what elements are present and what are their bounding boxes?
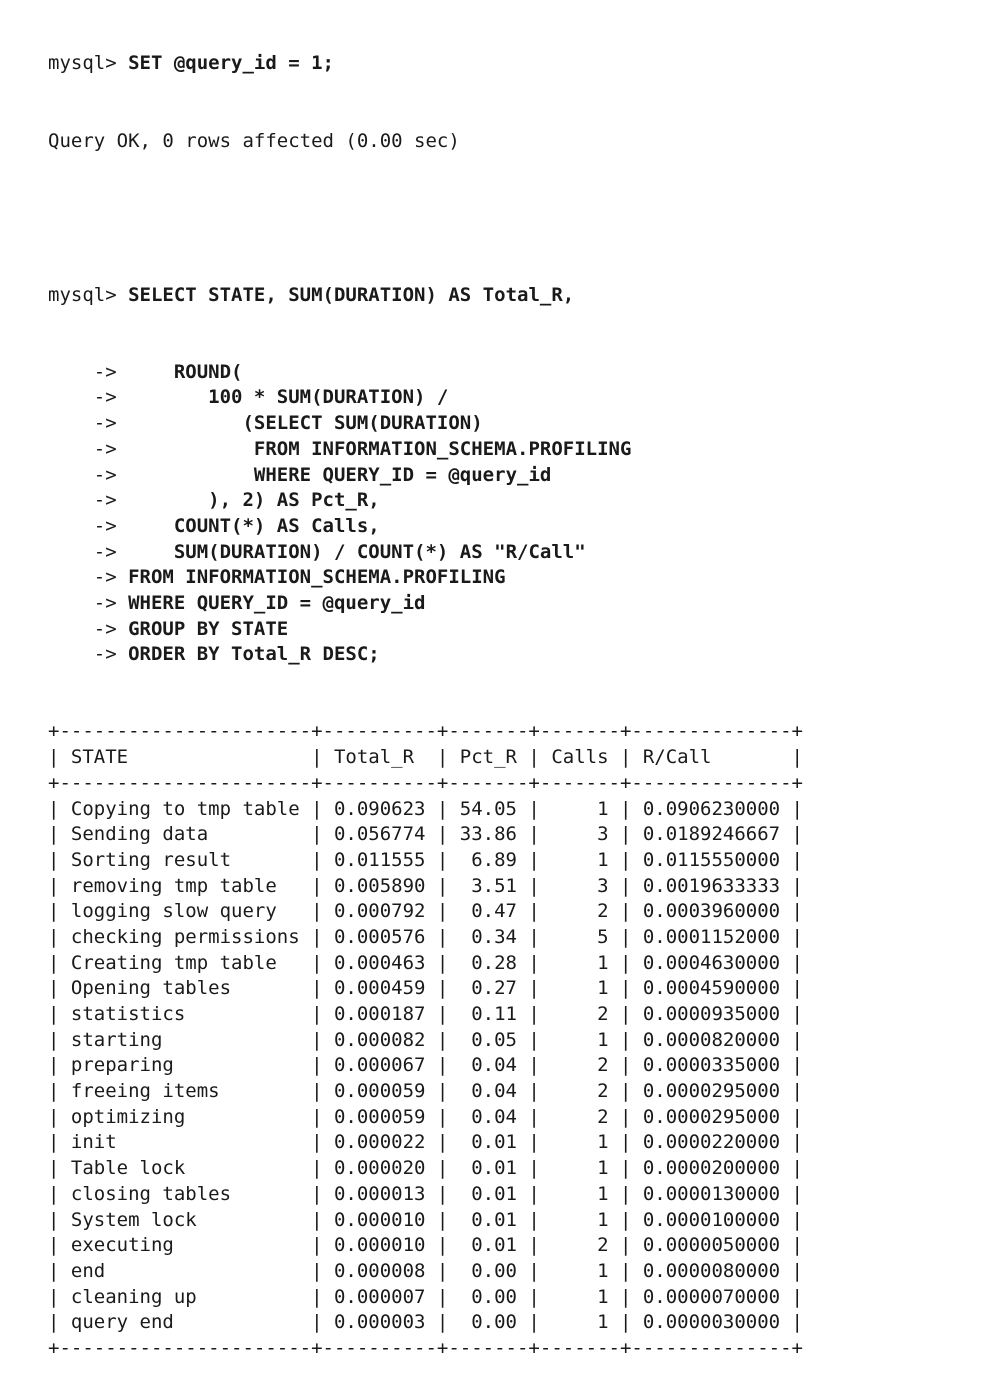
query-text: FROM INFORMATION_SCHEMA.PROFILING: [128, 566, 506, 589]
table-row: | Sorting result | 0.011555 | 6.89 | 1 |…: [48, 848, 803, 871]
continuation-prompt: ->: [48, 591, 129, 614]
table-row: | statistics | 0.000187 | 0.11 | 2 | 0.0…: [48, 1003, 803, 1025]
query-continuation-line: -> FROM INFORMATION_SCHEMA.PROFILING: [48, 565, 803, 591]
set-command-line: mysql> SET @query_id = 1;: [48, 51, 803, 77]
set-command: SET @query_id = 1;: [128, 52, 334, 75]
query-continuation-line: -> WHERE QUERY_ID = @query_id: [48, 591, 803, 617]
table-border: +----------------------+----------+-----…: [48, 720, 803, 743]
query-continuation-line: -> GROUP BY STATE: [48, 617, 803, 643]
mysql-prompt: mysql>: [48, 52, 129, 75]
query-continuation-line: -> ROUND(: [48, 360, 803, 386]
table-row: | Copying to tmp table | 0.090623 | 54.0…: [48, 797, 803, 820]
table-row: | Table lock | 0.000020 | 0.01 | 1 | 0.0…: [48, 1157, 803, 1180]
query-text: WHERE QUERY_ID = @query_id: [128, 463, 552, 486]
query-text: FROM INFORMATION_SCHEMA.PROFILING: [128, 437, 632, 460]
table-row: | logging slow query | 0.000792 | 0.47 |…: [48, 900, 803, 923]
query-continuation-line: -> FROM INFORMATION_SCHEMA.PROFILING: [48, 437, 803, 463]
continuation-prompt: ->: [48, 463, 129, 486]
query-text: (SELECT SUM(DURATION): [128, 412, 483, 435]
mysql-console: mysql> SET @query_id = 1; Query OK, 0 ro…: [48, 0, 803, 1387]
continuation-prompt: ->: [48, 489, 129, 512]
table-row: | cleaning up | 0.000007 | 0.00 | 1 | 0.…: [48, 1285, 803, 1308]
query-text: ROUND(: [128, 360, 243, 383]
table-row: | executing | 0.000010 | 0.01 | 2 | 0.00…: [48, 1234, 803, 1257]
table-row: | freeing items | 0.000059 | 0.04 | 2 | …: [48, 1080, 803, 1103]
table-header: | STATE | Total_R | Pct_R | Calls | R/Ca…: [48, 746, 803, 769]
continuation-prompt: ->: [48, 643, 129, 666]
set-result: Query OK, 0 rows affected (0.00 sec): [48, 129, 460, 152]
query-text: WHERE QUERY_ID = @query_id: [128, 591, 426, 614]
table-row: | end | 0.000008 | 0.00 | 1 | 0.00000800…: [48, 1259, 803, 1282]
query-continuation-line: -> (SELECT SUM(DURATION): [48, 411, 803, 437]
table-row: | checking permissions | 0.000576 | 0.34…: [48, 925, 803, 948]
continuation-prompt: ->: [48, 437, 129, 460]
query-continuation-line: -> 100 * SUM(DURATION) /: [48, 385, 803, 411]
query-continuation-line: -> ), 2) AS Pct_R,: [48, 488, 803, 514]
table-row: | query end | 0.000003 | 0.00 | 1 | 0.00…: [48, 1311, 803, 1334]
table-row: | removing tmp table | 0.005890 | 3.51 |…: [48, 874, 803, 897]
table-border: +----------------------+----------+-----…: [48, 771, 803, 794]
table-row: | Sending data | 0.056774 | 33.86 | 3 | …: [48, 823, 803, 846]
table-row: | System lock | 0.000010 | 0.01 | 1 | 0.…: [48, 1208, 803, 1231]
table-row: | preparing | 0.000067 | 0.04 | 2 | 0.00…: [48, 1054, 803, 1077]
query-continuation-line: -> ORDER BY Total_R DESC;: [48, 642, 803, 668]
mysql-prompt: mysql>: [48, 283, 129, 306]
continuation-prompt: ->: [48, 412, 129, 435]
query-text: ), 2) AS Pct_R,: [128, 489, 380, 512]
table-row: | starting | 0.000082 | 0.05 | 1 | 0.000…: [48, 1028, 803, 1051]
query-continuation-line: -> WHERE QUERY_ID = @query_id: [48, 463, 803, 489]
table-row: | optimizing | 0.000059 | 0.04 | 2 | 0.0…: [48, 1105, 803, 1128]
table-row: | init | 0.000022 | 0.01 | 1 | 0.0000220…: [48, 1131, 803, 1154]
result-table: +----------------------+----------+-----…: [48, 719, 803, 1361]
query-first-line: mysql> SELECT STATE, SUM(DURATION) AS To…: [48, 283, 803, 309]
query-text: COUNT(*) AS Calls,: [128, 514, 380, 537]
query-text: SELECT STATE, SUM(DURATION) AS Total_R,: [128, 283, 575, 306]
continuation-prompt: ->: [48, 566, 129, 589]
table-row: | closing tables | 0.000013 | 0.01 | 1 |…: [48, 1182, 803, 1205]
continuation-prompt: ->: [48, 386, 129, 409]
table-border: +----------------------+----------+-----…: [48, 1336, 803, 1359]
query-text: 100 * SUM(DURATION) /: [128, 386, 449, 409]
query-text: GROUP BY STATE: [128, 617, 289, 640]
continuation-prompt: ->: [48, 514, 129, 537]
continuation-prompt: ->: [48, 360, 129, 383]
query-continuation-line: -> COUNT(*) AS Calls,: [48, 514, 803, 540]
query-text: ORDER BY Total_R DESC;: [128, 643, 380, 666]
table-row: | Creating tmp table | 0.000463 | 0.28 |…: [48, 951, 803, 974]
continuation-prompt: ->: [48, 540, 129, 563]
query-text: SUM(DURATION) / COUNT(*) AS "R/Call": [128, 540, 586, 563]
query-continuation-line: -> SUM(DURATION) / COUNT(*) AS "R/Call": [48, 540, 803, 566]
query-continuation-lines: -> ROUND( -> 100 * SUM(DURATION) / -> (S…: [48, 360, 803, 668]
continuation-prompt: ->: [48, 617, 129, 640]
table-row: | Opening tables | 0.000459 | 0.27 | 1 |…: [48, 977, 803, 1000]
